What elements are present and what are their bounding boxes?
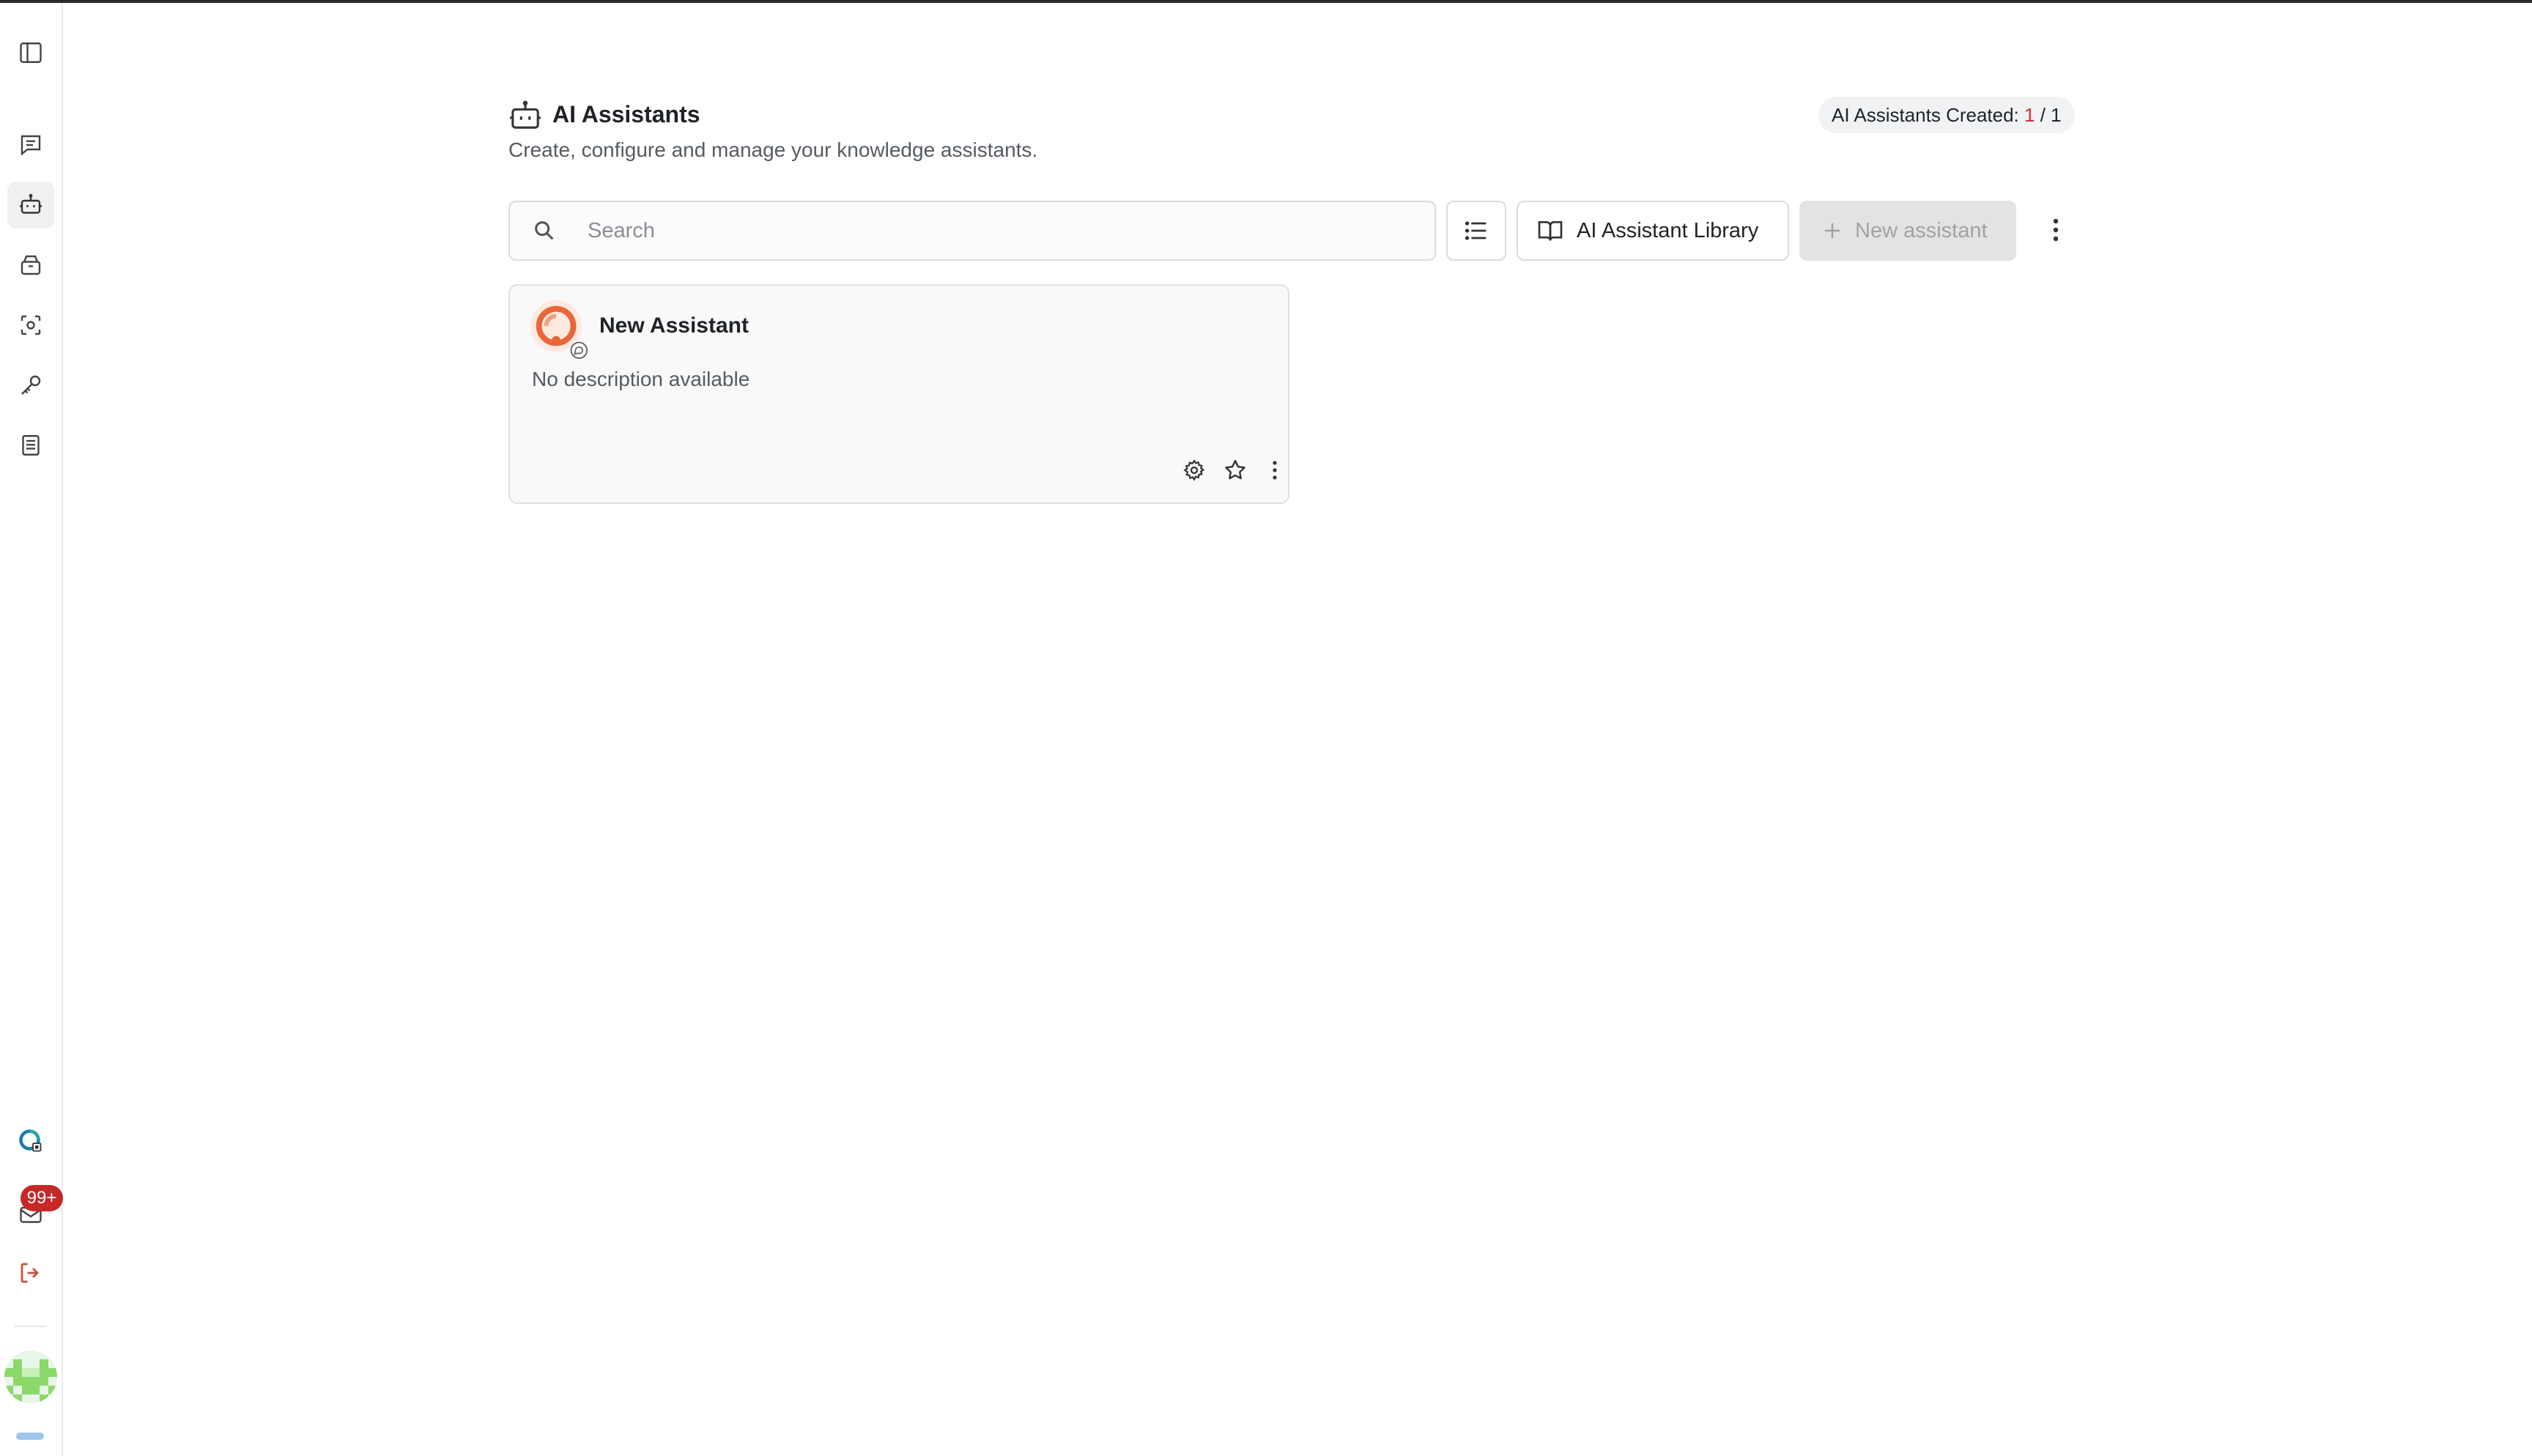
sidebar-item-keys[interactable] — [7, 362, 54, 409]
assistant-settings-button[interactable] — [1178, 454, 1210, 486]
plus-icon — [1825, 223, 1840, 238]
assistants-created-counter: AI Assistants Created: 1 / 1 — [1818, 97, 2075, 133]
more-vertical-icon — [1273, 461, 1277, 480]
more-options-button[interactable] — [2040, 214, 2072, 246]
book-icon — [22, 435, 40, 456]
scan-icon — [21, 315, 41, 335]
counter-total: 1 — [2051, 104, 2062, 126]
search-icon — [535, 221, 554, 240]
sidebar-item-library[interactable] — [7, 242, 54, 289]
new-assistant-button[interactable]: New assistant — [1799, 201, 2016, 261]
list-view-button[interactable] — [1446, 201, 1506, 261]
star-icon — [1225, 460, 1245, 480]
assistant-avatar-icon — [530, 300, 588, 359]
assistant-description: No description available — [532, 368, 750, 390]
assistant-favorite-button[interactable] — [1219, 454, 1251, 486]
panel-left-icon — [20, 42, 42, 63]
user-avatar[interactable] — [4, 1351, 57, 1403]
page-title: AI Assistants — [552, 101, 700, 127]
assistant-more-button[interactable] — [1259, 454, 1291, 486]
top-border — [0, 0, 2532, 3]
counter-separator: / — [2035, 104, 2051, 126]
sidebar: 99+ — [0, 3, 63, 1456]
bot-icon — [510, 100, 541, 129]
sidebar-item-ai-assistants[interactable] — [7, 182, 54, 229]
more-vertical-icon — [2053, 218, 2059, 242]
archive-icon — [21, 255, 41, 275]
scroll-indicator — [16, 1433, 44, 1440]
search-input[interactable] — [588, 212, 1408, 249]
list-icon — [1465, 221, 1487, 240]
key-icon — [21, 375, 41, 395]
counter-label: AI Assistants Created: — [1832, 104, 2025, 126]
book-open-icon — [1538, 221, 1563, 241]
page-subtitle: Create, configure and manage your knowle… — [508, 138, 1038, 161]
brand-logo-icon — [19, 1129, 42, 1152]
sidebar-item-docs[interactable] — [7, 422, 54, 469]
sidebar-toggle-button[interactable] — [7, 29, 54, 76]
brand-logo-button[interactable] — [7, 1118, 54, 1165]
assistant-library-label: AI Assistant Library — [1577, 218, 1759, 242]
bot-icon — [20, 193, 42, 214]
assistant-name: New Assistant — [599, 313, 749, 338]
sidebar-item-scan[interactable] — [7, 302, 54, 349]
identicon-avatar-icon — [4, 1351, 57, 1403]
logout-button[interactable] — [7, 1249, 54, 1296]
sidebar-item-chats[interactable] — [7, 122, 54, 168]
gear-icon — [1183, 459, 1205, 481]
notifications-badge: 99+ — [21, 1185, 63, 1211]
counter-used: 1 — [2024, 104, 2035, 126]
assistant-library-button[interactable]: AI Assistant Library — [1517, 201, 1789, 261]
search-box — [508, 201, 1436, 261]
sidebar-divider — [15, 1326, 47, 1327]
log-out-icon — [21, 1263, 39, 1283]
new-assistant-label: New assistant — [1855, 218, 1988, 242]
assistant-card[interactable]: New Assistant No description available — [508, 284, 1289, 504]
message-square-icon — [21, 135, 41, 156]
